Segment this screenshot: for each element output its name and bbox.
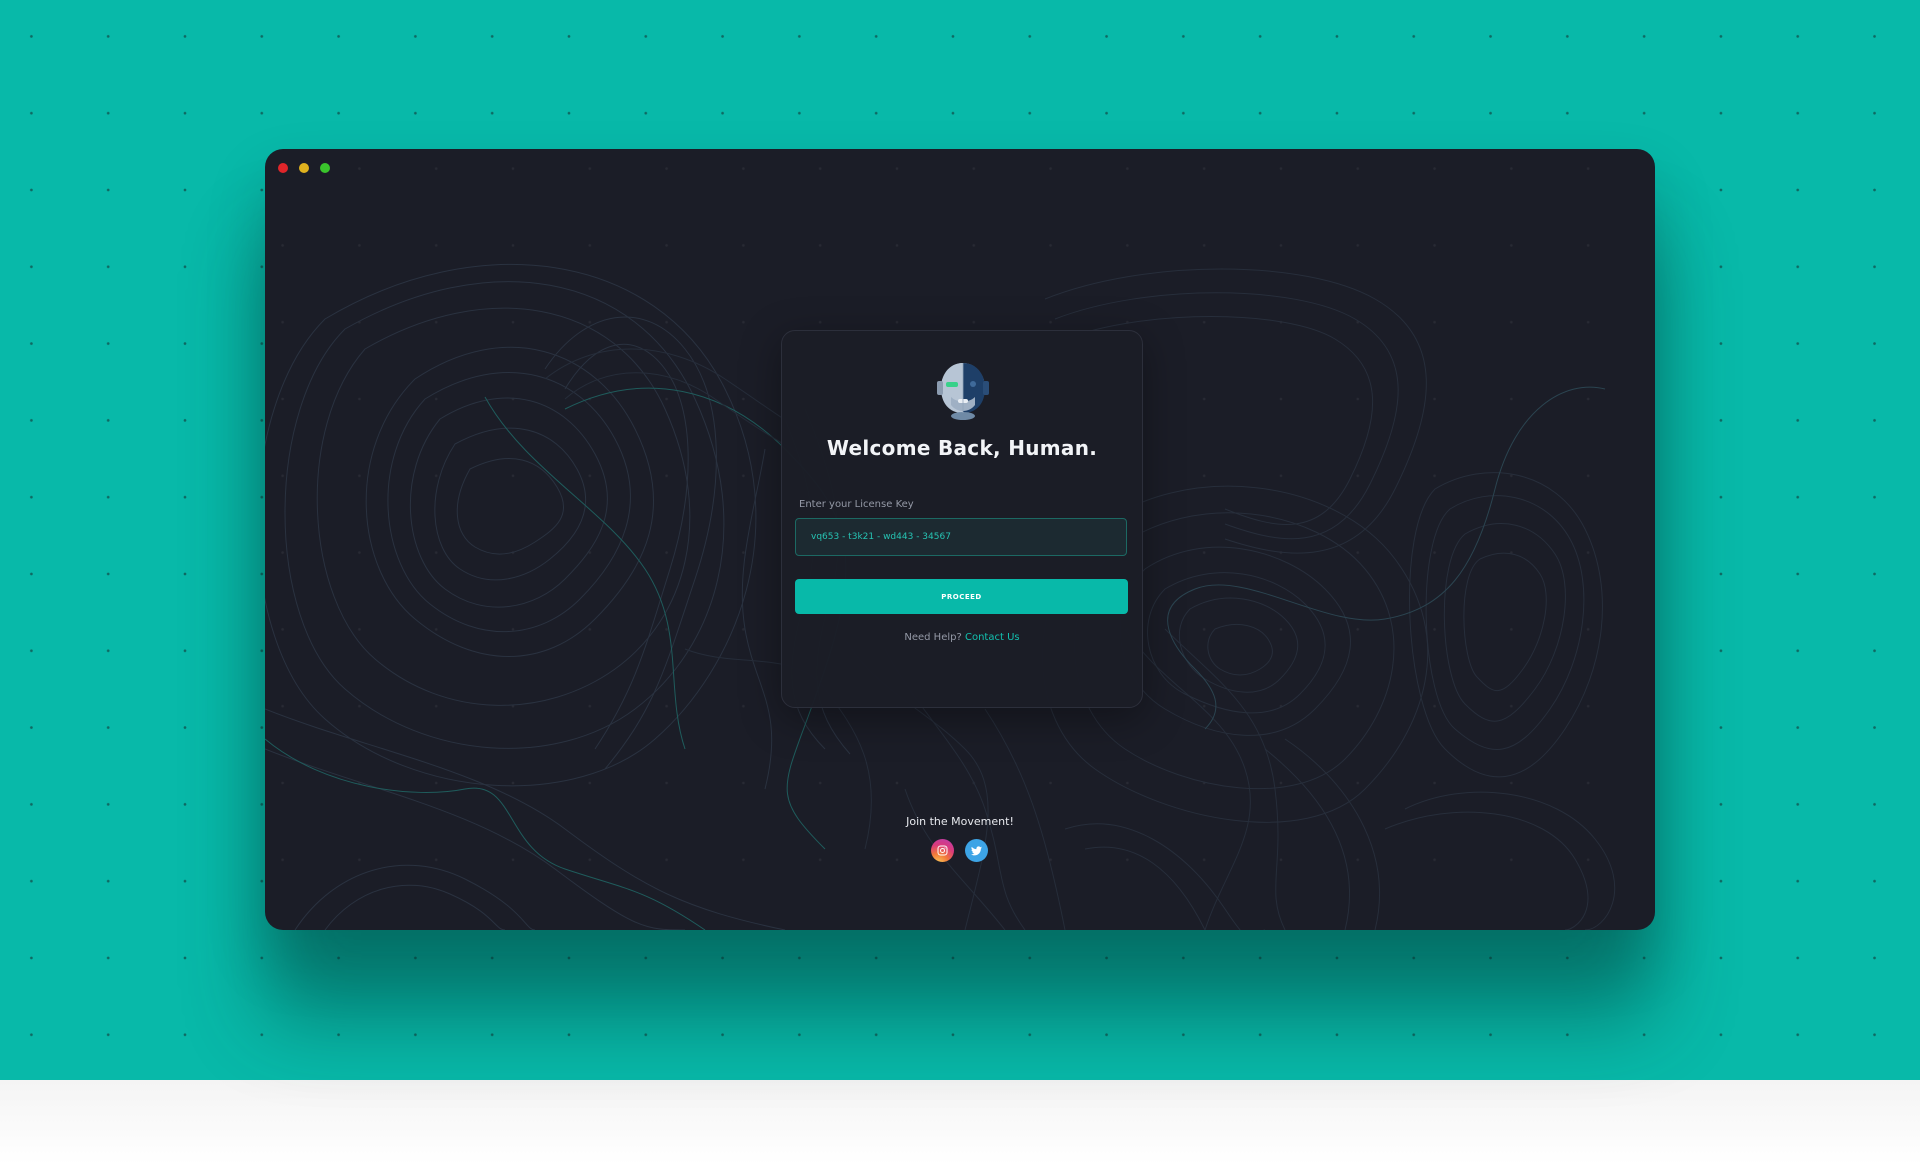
help-line: Need Help? Contact Us bbox=[782, 632, 1142, 643]
social-links bbox=[931, 839, 988, 862]
page-bottom-strip bbox=[0, 1080, 1920, 1165]
contact-us-link[interactable]: Contact Us bbox=[965, 632, 1020, 643]
maximize-window-button[interactable] bbox=[320, 163, 330, 173]
instagram-icon[interactable] bbox=[931, 839, 954, 862]
window-controls bbox=[278, 163, 330, 173]
twitter-glyph bbox=[971, 845, 982, 855]
robot-head-icon bbox=[937, 363, 989, 420]
proceed-button[interactable]: PROCEED bbox=[795, 579, 1128, 614]
minimize-window-button[interactable] bbox=[299, 163, 309, 173]
twitter-icon[interactable] bbox=[965, 839, 988, 862]
join-movement-text: Join the Movement! bbox=[906, 815, 1014, 828]
login-card: Welcome Back, Human. Enter your License … bbox=[781, 330, 1143, 708]
need-help-text: Need Help? bbox=[904, 632, 962, 643]
app-window: Welcome Back, Human. Enter your License … bbox=[265, 149, 1655, 930]
close-window-button[interactable] bbox=[278, 163, 288, 173]
instagram-glyph bbox=[937, 845, 948, 856]
license-key-label: Enter your License Key bbox=[799, 499, 914, 510]
welcome-title: Welcome Back, Human. bbox=[826, 436, 1098, 460]
license-key-input[interactable] bbox=[795, 518, 1127, 556]
